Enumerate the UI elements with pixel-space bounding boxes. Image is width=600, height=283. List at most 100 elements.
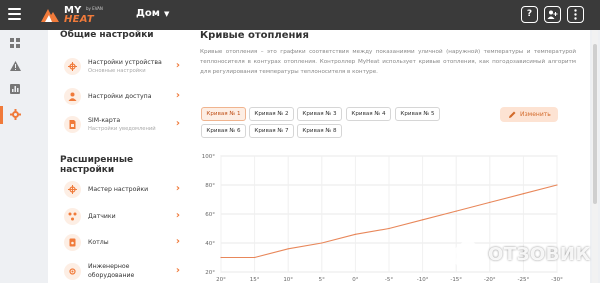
settings-item-label: Датчики (88, 213, 116, 220)
data-point (254, 256, 256, 259)
chevron-right-icon: › (175, 90, 180, 101)
data-point (287, 248, 289, 250)
y-tick-label: 100° (202, 154, 215, 160)
wizard-icon (64, 181, 81, 198)
settings-item-wizard[interactable]: Мастер настройки › (60, 177, 186, 203)
x-tick-label: -5° (385, 277, 393, 283)
access-icon (64, 88, 81, 105)
edit-button[interactable]: Изменить (500, 107, 558, 122)
watermark-text: ОТЗОВИК (488, 244, 591, 265)
edit-label: Изменить (520, 111, 551, 118)
data-point (489, 201, 491, 203)
data-point (422, 219, 424, 221)
top-bar: MY HEAT by EVAN Дом ▼ ? (0, 0, 600, 30)
curve-tab[interactable]: Кривая № 3 (297, 107, 342, 121)
settings-item-label: Настройки устройства (88, 59, 162, 66)
help-icon: ? (526, 9, 533, 19)
data-point (220, 256, 222, 259)
brand-heat: HEAT (64, 14, 95, 25)
data-point (455, 210, 457, 212)
curve-tab[interactable]: Кривая № 5 (395, 107, 440, 121)
y-tick-label: 80° (205, 183, 215, 189)
settings-item-label: Настройки доступа (88, 93, 152, 100)
page-description: Кривые отопления – это графики соответст… (200, 49, 576, 75)
x-tick-label: -25° (518, 277, 530, 283)
general-settings-title: Общие настройки (60, 30, 154, 40)
data-point (321, 242, 323, 244)
rail-item-settings[interactable] (0, 104, 30, 126)
help-button[interactable]: ? (521, 6, 538, 23)
add-user-button[interactable] (544, 6, 561, 23)
settings-item-label: Инженерное (88, 263, 130, 270)
settings-item-label: Котлы (88, 239, 109, 246)
chevron-right-icon: › (175, 265, 180, 276)
chevron-right-icon: › (175, 183, 180, 194)
chart-icon (10, 84, 20, 94)
dashboard-icon (10, 38, 20, 48)
sensors-icon (64, 208, 81, 225)
settings-item-label-line2: оборудование (88, 272, 135, 279)
myheat-logo[interactable]: MY HEAT by EVAN (40, 5, 104, 25)
page-title: Кривые отопления (200, 30, 309, 41)
settings-item-sim[interactable]: SIM-карта Настройки уведомлений › (60, 112, 186, 138)
scrollbar-thumb[interactable] (593, 44, 597, 204)
left-icon-rail (0, 30, 30, 283)
rail-item-alerts[interactable] (0, 56, 30, 78)
chevron-right-icon: › (175, 210, 180, 221)
x-tick-label: 0° (352, 277, 358, 283)
more-vertical-icon (574, 9, 577, 20)
settings-item-sensors[interactable]: Датчики › (60, 204, 186, 230)
more-button[interactable] (567, 6, 584, 23)
menu-icon[interactable] (8, 8, 21, 20)
data-point (354, 233, 356, 235)
settings-item-sub: Настройки уведомлений (88, 126, 156, 132)
data-point (522, 193, 524, 195)
y-tick-label: 60° (205, 212, 215, 218)
settings-panel: Общие настройки Настройки устройства Осн… (48, 30, 190, 283)
chevron-down-icon: ▼ (163, 10, 170, 18)
watermark-logo-icon (453, 241, 483, 271)
engineering-icon (64, 263, 81, 280)
chevron-right-icon: › (175, 118, 180, 129)
curve-tab[interactable]: Кривая № 7 (249, 124, 294, 138)
curve-tab[interactable]: Кривая № 1 (201, 107, 246, 121)
settings-item-label: Мастер настройки (88, 186, 149, 193)
y-tick-label: 40° (205, 241, 215, 247)
data-point (556, 184, 558, 186)
warning-icon (10, 61, 21, 71)
sim-card-icon (64, 116, 81, 133)
home-selector[interactable]: Дом ▼ (136, 8, 169, 19)
add-user-icon (547, 10, 558, 19)
data-point (388, 227, 390, 230)
curve-tab[interactable]: Кривая № 6 (201, 124, 246, 138)
settings-item-label: SIM-карта (88, 117, 121, 124)
rail-item-dashboard[interactable] (0, 33, 30, 55)
rail-item-statistics[interactable] (0, 79, 30, 101)
device-settings-icon (64, 58, 81, 75)
brand-by: by EVAN (86, 6, 103, 11)
x-tick-label: 20° (216, 277, 226, 283)
settings-item-engineering[interactable]: Инженерное оборудование › (60, 259, 186, 283)
watermark: ОТЗОВИК (452, 238, 592, 274)
settings-item-boilers[interactable]: Котлы › (60, 230, 186, 256)
curve-tab[interactable]: Кривая № 2 (249, 107, 294, 121)
x-tick-label: -30° (551, 277, 563, 283)
boiler-icon (64, 234, 81, 251)
x-tick-label: 5° (319, 277, 325, 283)
x-tick-label: 10° (283, 277, 293, 283)
settings-item-access[interactable]: Настройки доступа › (60, 84, 186, 110)
x-tick-label: -20° (484, 277, 496, 283)
flame-icon (41, 9, 59, 22)
curve-tab[interactable]: Кривая № 4 (346, 107, 391, 121)
y-tick-label: 20° (205, 270, 215, 276)
x-tick-label: -10° (417, 277, 429, 283)
settings-item-sub: Основные настройки (88, 68, 146, 74)
x-tick-label: -15° (450, 277, 462, 283)
chevron-right-icon: › (175, 60, 180, 71)
pencil-icon (509, 111, 516, 118)
home-label: Дом (136, 8, 160, 19)
settings-item-device[interactable]: Настройки устройства Основные настройки … (60, 54, 186, 80)
chevron-right-icon: › (175, 236, 180, 247)
curve-tab[interactable]: Кривая № 8 (297, 124, 342, 138)
x-tick-label: 15° (250, 277, 260, 283)
